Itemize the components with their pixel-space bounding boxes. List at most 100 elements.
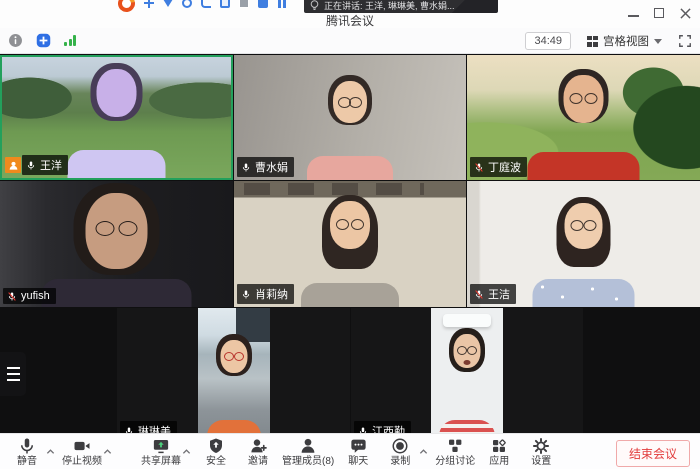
network-signal-icon — [64, 35, 76, 46]
chevron-down-icon — [654, 39, 662, 44]
grid-view-icon — [587, 36, 598, 47]
recorder-pause-icon[interactable] — [277, 0, 287, 8]
maximize-icon — [654, 8, 664, 18]
meeting-header: 34:49 宫格视图 — [0, 28, 700, 54]
mic-muted-icon — [474, 162, 484, 173]
mic-on-icon — [241, 289, 251, 300]
name-tag: yufish — [3, 288, 56, 304]
settings-button[interactable]: 设置 — [520, 434, 562, 469]
window-controls — [626, 6, 692, 20]
apps-button[interactable]: 应用 — [478, 434, 520, 469]
stop-video-button[interactable]: 停止视频 — [59, 434, 105, 469]
members-icon — [299, 437, 317, 455]
apps-icon — [490, 437, 508, 455]
meeting-header-right: 34:49 宫格视图 — [525, 31, 692, 51]
name-tag: 王洁 — [470, 284, 516, 304]
mute-button[interactable]: 静音 — [6, 434, 48, 469]
manage-members-label: 管理成员(8) — [282, 456, 334, 467]
settings-label: 设置 — [531, 456, 551, 467]
video-grid: 王洋 曹水娟 丁庭波 — [0, 54, 700, 444]
close-button[interactable] — [678, 6, 692, 20]
recorder-record-ring-icon[interactable] — [182, 0, 192, 8]
record-label: 录制 — [390, 456, 410, 467]
video-tile-wangjie[interactable]: 王洁 — [467, 181, 700, 307]
manage-members-button[interactable]: 管理成员(8) — [279, 434, 337, 469]
invite-label: 邀请 — [248, 456, 268, 467]
recorder-stop-icon[interactable] — [258, 0, 268, 8]
participant-figure — [431, 308, 503, 444]
participant-name: 肖莉纳 — [255, 286, 288, 302]
minimize-button[interactable] — [626, 6, 640, 20]
speaking-indicator-tooltip: 正在讲话: 王洋, 琳琳美, 曹水娟... — [304, 0, 498, 13]
name-tag: 肖莉纳 — [237, 284, 294, 304]
participant-name: 丁庭波 — [488, 159, 521, 175]
meeting-timer: 34:49 — [525, 32, 571, 50]
security-shield-icon — [207, 437, 225, 455]
invite-icon — [249, 437, 268, 455]
microphone-icon — [18, 437, 36, 455]
breakout-icon — [446, 437, 464, 455]
close-icon — [680, 8, 691, 19]
participant-name: 王洋 — [40, 157, 62, 173]
breakout-rooms-button[interactable]: 分组讨论 — [432, 434, 478, 469]
tencent-meeting-window: 腾讯会议 正在讲话: 王洋, 琳琳美, 曹水娟... — [0, 0, 700, 469]
list-icon — [7, 367, 20, 369]
participant-name: 王洁 — [488, 286, 510, 302]
name-tag: 王洋 — [22, 155, 68, 175]
bulb-icon — [310, 0, 319, 11]
mic-muted-icon — [474, 289, 484, 300]
chat-icon — [349, 437, 368, 455]
video-background-white-wall — [431, 308, 503, 444]
mute-label: 静音 — [17, 456, 37, 467]
chat-label: 聊天 — [348, 456, 368, 467]
meeting-toolbar: 静音 停止视频 共享屏幕 安全 邀请 管理成员(8) 聊天 — [0, 433, 700, 469]
participant-figure — [198, 308, 270, 444]
share-screen-label: 共享屏幕 — [141, 456, 181, 467]
grid-view-button[interactable]: 宫格视图 — [581, 31, 668, 51]
fullscreen-button[interactable] — [678, 34, 692, 48]
video-tile-xiaolina[interactable]: 肖莉纳 — [234, 181, 466, 307]
meeting-info-icon[interactable] — [8, 33, 23, 48]
security-button[interactable]: 安全 — [195, 434, 237, 469]
record-button[interactable]: 录制 — [379, 434, 421, 469]
stop-video-label: 停止视频 — [62, 456, 102, 467]
maximize-button[interactable] — [652, 6, 666, 20]
window-title: 腾讯会议 — [0, 12, 700, 29]
camera-icon — [72, 437, 92, 455]
meeting-header-left — [8, 33, 76, 48]
video-tile-yufish[interactable]: yufish — [0, 181, 233, 307]
share-screen-icon — [151, 437, 171, 455]
mic-on-icon — [26, 160, 36, 171]
mic-muted-icon — [7, 291, 17, 302]
recorder-capture-icon[interactable] — [220, 0, 230, 8]
video-background-kitchen — [198, 308, 270, 444]
mic-on-icon — [241, 162, 251, 173]
end-meeting-button[interactable]: 结束会议 — [616, 440, 690, 467]
recorder-grid-icon[interactable] — [239, 0, 249, 8]
chat-button[interactable]: 聊天 — [337, 434, 379, 469]
breakout-rooms-label: 分组讨论 — [435, 456, 475, 467]
meeting-security-shield-icon[interactable] — [36, 33, 51, 48]
participant-name: 曹水娟 — [255, 159, 288, 175]
recorder-plug-icon[interactable] — [201, 0, 211, 8]
video-tile-caoshuijuan[interactable]: 曹水娟 — [234, 55, 466, 180]
video-tile-linlinmei[interactable]: 琳琳美 — [117, 308, 350, 444]
host-badge-icon — [5, 157, 21, 173]
recorder-add-icon[interactable] — [144, 0, 154, 8]
video-tile-jiangxiqin[interactable]: 江西勤 — [351, 308, 583, 444]
recorder-arrow-icon[interactable] — [163, 0, 173, 7]
apps-label: 应用 — [489, 456, 509, 467]
participant-name: yufish — [21, 290, 50, 302]
share-screen-button[interactable]: 共享屏幕 — [138, 434, 184, 469]
video-tile-wangyang[interactable]: 王洋 — [0, 55, 233, 180]
member-list-toggle[interactable] — [0, 352, 26, 396]
minimize-icon — [628, 9, 639, 17]
speaking-indicator-text: 正在讲话: 王洋, 琳琳美, 曹水娟... — [324, 0, 455, 12]
invite-button[interactable]: 邀请 — [237, 434, 279, 469]
video-tile-dingtingbo[interactable]: 丁庭波 — [467, 55, 700, 180]
grid-view-label: 宫格视图 — [603, 33, 649, 49]
name-tag: 丁庭波 — [470, 157, 527, 177]
screen-recorder-toolbar — [118, 0, 287, 12]
settings-gear-icon — [532, 437, 550, 455]
security-label: 安全 — [206, 456, 226, 467]
